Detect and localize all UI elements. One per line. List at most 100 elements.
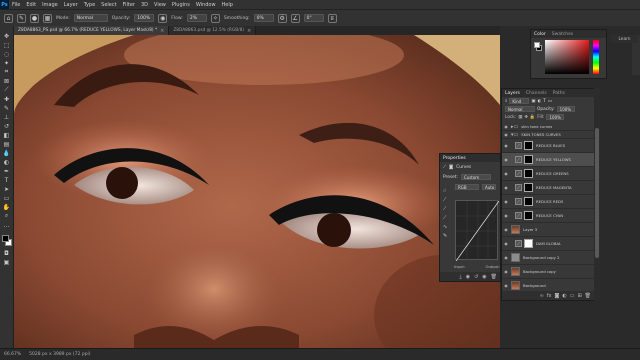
layer-row[interactable]: ◉ ▸▭ skin tone curves — [502, 123, 594, 131]
zoom-tool-icon[interactable]: ⌕ — [2, 212, 11, 220]
mask-mode-icon[interactable]: ◙ — [449, 165, 453, 170]
lock-all-icon[interactable]: 🔒 — [530, 115, 535, 120]
layer-row[interactable]: ◉ ⟋ REDUCE GREENS — [502, 167, 594, 181]
visibility-eye-icon[interactable]: ◉ — [503, 283, 509, 288]
view-previous-icon[interactable]: ◉ — [466, 274, 470, 280]
layer-row[interactable]: ◉ Layer 3 — [502, 223, 594, 237]
visibility-eye-icon[interactable]: ◉ — [503, 269, 509, 274]
delete-layer-icon[interactable]: 🗑 — [585, 293, 591, 299]
pressure-opacity-icon[interactable]: ◉ — [158, 13, 168, 23]
visibility-eye-icon[interactable]: ◉ — [503, 157, 509, 162]
auto-button[interactable]: Auto — [482, 184, 496, 190]
gray-point-eyedropper-icon[interactable]: ⟋ — [443, 206, 452, 212]
layer-row-selected[interactable]: ◉ ⟋ REDUCE YELLOWS — [502, 153, 594, 167]
symmetry-icon[interactable]: ʬ — [327, 13, 337, 23]
smoothing-field[interactable]: 0% — [253, 14, 274, 22]
new-group-icon[interactable]: ▭ — [570, 293, 575, 299]
tab-paths[interactable]: Paths — [553, 91, 565, 96]
zoom-readout[interactable]: 66.67% — [4, 352, 21, 357]
tab-color[interactable]: Color — [534, 32, 546, 37]
layer-row[interactable]: ◉ ⟋ DAM GLOBAL — [502, 237, 594, 251]
pen-tool-icon[interactable]: ✒ — [2, 167, 11, 175]
type-tool-icon[interactable]: T — [2, 176, 11, 184]
screen-mode-icon[interactable]: ▣ — [2, 258, 11, 266]
visibility-eye-icon[interactable]: ◉ — [503, 143, 509, 148]
color-swatches[interactable] — [1, 234, 13, 248]
layer-mask-thumbnail[interactable] — [524, 183, 533, 192]
path-select-tool-icon[interactable]: ➤ — [2, 185, 11, 193]
menu-3d[interactable]: 3D — [138, 2, 151, 8]
more-tools-icon[interactable]: … — [2, 221, 11, 229]
home-icon[interactable]: ⌂ — [4, 13, 13, 23]
layer-row[interactable]: ◉ ⟋ REDUCE CYAN — [502, 209, 594, 223]
pixel-filter-icon[interactable]: ▣ — [531, 99, 535, 104]
brush-tool-icon[interactable]: ✎ — [2, 104, 11, 112]
menu-type[interactable]: Type — [81, 2, 98, 8]
layers-scrollbar[interactable] — [594, 88, 600, 301]
lasso-tool-icon[interactable]: ◌ — [2, 50, 11, 58]
visibility-eye-icon[interactable]: ◉ — [503, 124, 509, 129]
fill-field[interactable]: 100% — [546, 114, 565, 120]
visibility-eye-icon[interactable]: ◉ — [503, 171, 509, 176]
crop-tool-icon[interactable]: ⌗ — [2, 68, 11, 76]
angle-field[interactable]: 0° — [303, 14, 324, 22]
foreground-color-swatch[interactable] — [1, 235, 9, 242]
layer-opacity-field[interactable]: 100% — [556, 106, 575, 112]
adjustment-filter-icon[interactable]: ◐ — [537, 99, 541, 104]
white-point-eyedropper-icon[interactable]: ⟋ — [443, 215, 452, 221]
layer-row[interactable]: ◉ ⟋ REDUCE MAGENTA — [502, 181, 594, 195]
shape-tool-icon[interactable]: ▭ — [2, 194, 11, 202]
layer-thumbnail[interactable] — [511, 281, 520, 290]
photoshop-logo-icon[interactable]: Ps — [0, 0, 9, 9]
layer-mask-thumbnail[interactable] — [524, 141, 533, 150]
mode-select[interactable]: Normal — [73, 14, 108, 22]
clone-stamp-tool-icon[interactable]: ⊥ — [2, 113, 11, 121]
link-layers-icon[interactable]: ∞ — [540, 293, 544, 299]
layer-thumbnail[interactable] — [511, 267, 520, 276]
black-point-eyedropper-icon[interactable]: ⟋ — [443, 197, 452, 203]
curves-graph[interactable] — [455, 200, 500, 262]
menu-layer[interactable]: Layer — [61, 2, 81, 8]
eraser-tool-icon[interactable]: ◧ — [2, 131, 11, 139]
blur-tool-icon[interactable]: 💧 — [2, 149, 11, 157]
reset-icon[interactable]: ↺ — [474, 274, 478, 280]
layer-mask-thumbnail[interactable] — [524, 239, 533, 248]
visibility-eye-icon[interactable]: ◉ — [503, 227, 509, 232]
visibility-eye-icon[interactable]: ◉ — [503, 185, 509, 190]
eyedropper-tool-icon[interactable]: ⟋ — [2, 86, 11, 94]
opacity-field[interactable]: 100% — [134, 14, 155, 22]
visibility-eye-icon[interactable]: ◉ — [482, 274, 486, 280]
layer-row[interactable]: ◉ Background copy 2 — [502, 251, 594, 265]
history-brush-tool-icon[interactable]: ↺ — [2, 122, 11, 130]
marquee-tool-icon[interactable]: ⬚ — [2, 41, 11, 49]
tab-swatches[interactable]: Swatches — [552, 32, 574, 37]
lock-pixels-icon[interactable]: ▦ — [518, 115, 522, 120]
visibility-eye-icon[interactable]: ◉ — [503, 199, 509, 204]
clip-to-layer-icon[interactable]: ⤓ — [459, 274, 461, 280]
channel-select[interactable]: RGB — [455, 184, 479, 190]
visibility-eye-icon[interactable]: ◉ — [503, 255, 509, 260]
hue-slider[interactable] — [593, 40, 599, 74]
layer-row[interactable]: ◉ Background copy — [502, 265, 594, 279]
dodge-tool-icon[interactable]: ◐ — [2, 158, 11, 166]
layer-style-icon[interactable]: fx — [547, 293, 552, 299]
targeted-adjust-icon[interactable]: ☝ — [443, 188, 452, 194]
kind-filter-select[interactable]: Kind — [509, 98, 530, 104]
menu-image[interactable]: Image — [39, 2, 61, 8]
tab-channels[interactable]: Channels — [526, 91, 547, 96]
smoothing-options-icon[interactable]: ⚙ — [277, 13, 287, 23]
frame-tool-icon[interactable]: ⊠ — [2, 77, 11, 85]
quick-mask-icon[interactable]: ◘ — [2, 249, 11, 257]
properties-title[interactable]: Properties — [443, 156, 466, 161]
layer-mask-thumbnail[interactable] — [524, 169, 533, 178]
layer-thumbnail[interactable] — [511, 225, 520, 234]
brush-settings-icon[interactable]: ▦ — [43, 13, 52, 23]
close-icon[interactable]: × — [160, 28, 164, 34]
menu-view[interactable]: View — [151, 2, 169, 8]
type-filter-icon[interactable]: T — [543, 99, 546, 104]
new-adjustment-icon[interactable]: ◐ — [562, 293, 566, 299]
layer-mask-thumbnail[interactable] — [524, 155, 533, 164]
visibility-eye-icon[interactable]: ◉ — [503, 241, 509, 246]
visibility-eye-icon[interactable]: ◉ — [503, 132, 509, 137]
menu-help[interactable]: Help — [219, 2, 236, 8]
